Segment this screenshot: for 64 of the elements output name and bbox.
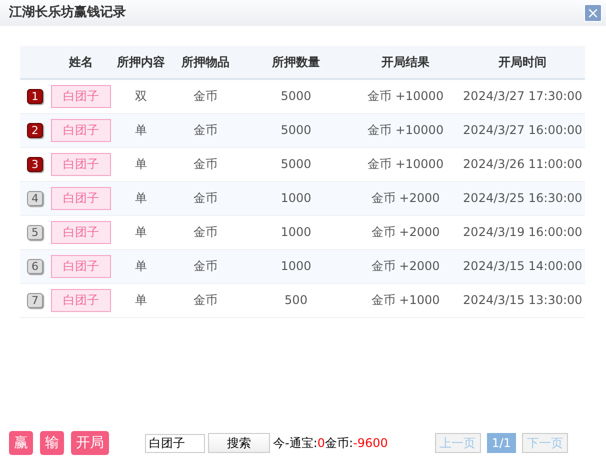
player-name-tag: 白团子 xyxy=(50,220,111,244)
search-button[interactable]: 搜索 xyxy=(208,433,270,453)
column-header: 姓名 xyxy=(68,55,93,69)
page-button[interactable]: 1/1 xyxy=(486,433,516,453)
table-cell: 金币 xyxy=(193,89,218,104)
table-cell: 金币 +1000 xyxy=(371,293,440,307)
table-cell: 金币 xyxy=(193,157,218,171)
column-header: 开局结果 xyxy=(382,55,430,69)
rank-badge: 5 xyxy=(26,225,43,240)
column-header: 所押物品 xyxy=(181,55,230,69)
table-cell: 2024/3/27 17:30:00 xyxy=(463,89,582,104)
table-cell: 金币 xyxy=(193,123,218,137)
filter-button[interactable]: 开局 xyxy=(71,431,109,455)
filter-button[interactable]: 赢 xyxy=(9,431,33,455)
close-button[interactable]: × xyxy=(584,4,602,22)
column-header: 所押数量 xyxy=(272,55,320,69)
table-cell: 2024/3/25 16:30:00 xyxy=(463,191,582,205)
table-cell: 5000 xyxy=(280,89,312,104)
filter-button[interactable]: 输 xyxy=(40,431,64,455)
table-cell: 5000 xyxy=(280,123,312,137)
table-cell: 单 xyxy=(134,157,147,171)
rank-badge: 1 xyxy=(26,89,43,104)
window-title: 江湖长乐坊赢钱记录 xyxy=(9,4,126,22)
table-cell: 500 xyxy=(284,293,308,307)
table-cell: 双 xyxy=(134,89,147,104)
rank-badge: 4 xyxy=(26,191,43,206)
column-header: 开局时间 xyxy=(498,55,547,69)
table-cell: 2024/3/15 13:30:00 xyxy=(463,293,582,307)
player-name-tag: 白团子 xyxy=(50,186,111,210)
column-header: 所押内容 xyxy=(116,55,165,69)
rank-badge: 2 xyxy=(26,123,43,138)
table-cell: 2024/3/26 11:00:00 xyxy=(463,157,582,171)
table-cell: 金币 xyxy=(193,225,218,239)
player-name-tag: 白团子 xyxy=(50,84,111,108)
rank-badge: 3 xyxy=(26,157,43,172)
player-name-tag: 白团子 xyxy=(50,254,111,278)
table-cell: 金币 xyxy=(193,293,218,307)
table-cell: 单 xyxy=(134,123,147,137)
rank-badge: 7 xyxy=(26,293,43,308)
table-cell: 1000 xyxy=(280,225,312,239)
table-cell: 单 xyxy=(134,225,147,239)
search-field[interactable]: 白团子 xyxy=(145,434,205,452)
table-cell: 金币 +10000 xyxy=(368,89,444,104)
table-cell: 单 xyxy=(134,259,147,273)
table-cell: 2024/3/19 16:00:00 xyxy=(463,225,582,239)
table-cell: 2024/3/27 16:00:00 xyxy=(463,123,582,137)
table-cell: 1000 xyxy=(280,191,312,205)
table-cell: 金币 +10000 xyxy=(368,123,444,137)
table-cell: 金币 xyxy=(193,191,218,205)
table-cell: 金币 xyxy=(193,259,218,273)
player-name-tag: 白团子 xyxy=(50,118,111,142)
table-cell: 2024/3/15 14:00:00 xyxy=(463,259,582,273)
table-cell: 单 xyxy=(134,191,147,205)
table-cell: 金币 +2000 xyxy=(371,259,440,273)
table-cell: 5000 xyxy=(280,157,312,171)
table-cell: 单 xyxy=(134,293,147,307)
rank-badge: 6 xyxy=(26,259,43,274)
table-cell: 金币 +2000 xyxy=(371,225,440,239)
table-cell: 1000 xyxy=(280,259,312,273)
summary-text: 今-通宝:0金币:-9600 xyxy=(273,435,388,452)
player-name-tag: 白团子 xyxy=(50,152,111,176)
table-cell: 金币 +2000 xyxy=(371,191,440,205)
player-name-tag: 白团子 xyxy=(50,288,111,312)
table-cell: 金币 +10000 xyxy=(368,157,444,171)
